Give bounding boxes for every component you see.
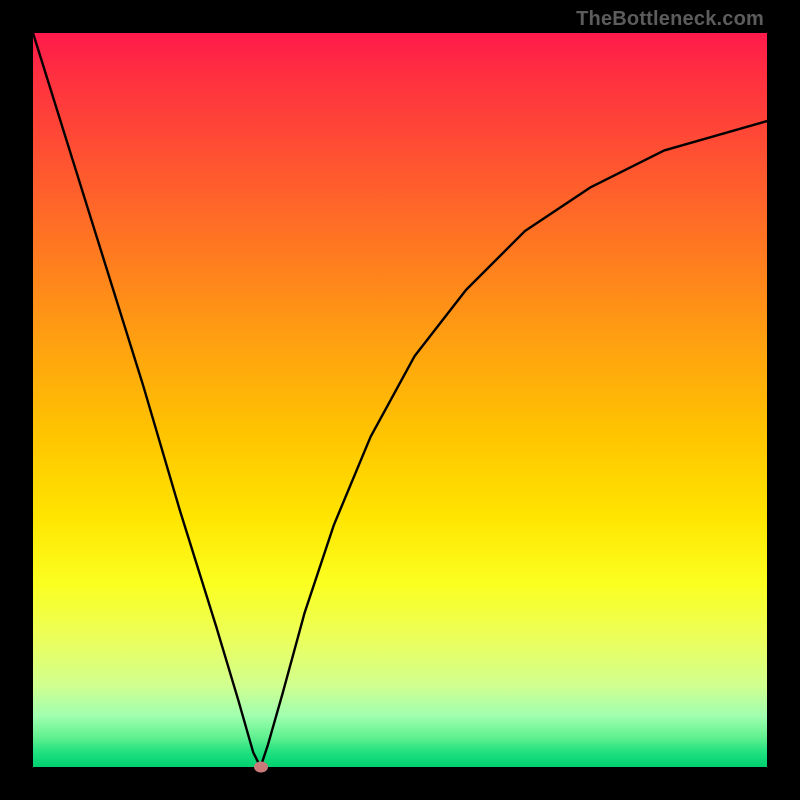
chart-container: TheBottleneck.com bbox=[0, 0, 800, 800]
watermark: TheBottleneck.com bbox=[576, 8, 764, 31]
minimum-marker bbox=[254, 762, 268, 773]
plot-area bbox=[33, 33, 767, 767]
bottleneck-curve bbox=[33, 33, 767, 767]
